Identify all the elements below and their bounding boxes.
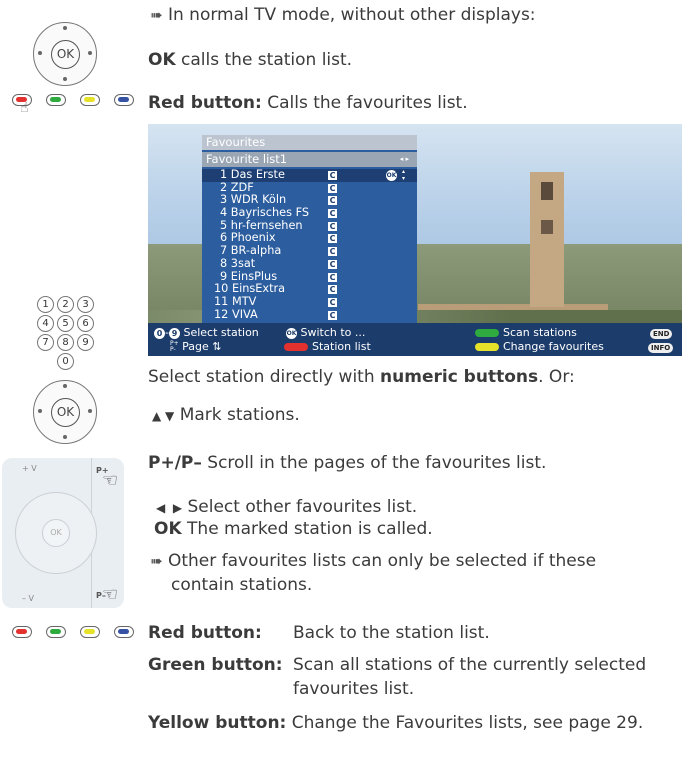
tv-screenshot: Favourites Favourite list1 ◂ ▸ 1 Das Ers… — [148, 124, 682, 356]
yellow-button-icon — [80, 94, 100, 106]
up-down-arrows-icon: ▴ ▾ — [402, 168, 406, 182]
yellow-button-icon — [80, 626, 100, 638]
station-row[interactable]: 11 MTV C — [202, 295, 417, 309]
red-pill-icon — [284, 343, 308, 351]
ok-button-icon: OK — [33, 380, 97, 444]
left-right-arrows-icon: ◀ ▶ — [156, 501, 183, 515]
blue-button-icon — [114, 94, 134, 106]
change-favourites-hint: Change favourites — [475, 340, 604, 354]
favourite-list-name: Favourite list1 ◂ ▸ — [202, 152, 417, 167]
swap-arrows-icon: ⇅ — [212, 340, 222, 353]
intro-line: ➠ In normal TV mode, without other displ… — [150, 5, 536, 25]
red-button-desc: Red button: Back to the station list. — [148, 623, 490, 643]
color-buttons-row: ☝ — [8, 94, 138, 124]
color-buttons-row — [8, 626, 148, 640]
ok-icon: OK — [386, 170, 397, 181]
note-paragraph-cont: contain stations. — [171, 575, 313, 595]
ok-instruction: OK calls the station list. — [148, 50, 353, 70]
red-button-intro: Red button: Calls the favourites list. — [148, 93, 468, 113]
end-key: END — [650, 326, 673, 340]
bell-tower — [530, 172, 564, 307]
note-paragraph: ➠ Other favourites lists can only be sel… — [150, 551, 597, 571]
page-hint: P+ P- Page ⇅ — [170, 340, 222, 353]
blue-button-icon — [114, 626, 134, 638]
green-pill-icon — [475, 329, 499, 337]
pressing-hand-icon: ☜ — [102, 470, 119, 491]
switch-to-hint: OK Switch to ... — [286, 326, 366, 339]
ok-icon: OK — [286, 327, 297, 339]
bullet-arrow-icon: ➠ — [150, 552, 163, 570]
pressing-hand-icon: ☝ — [20, 100, 29, 116]
select-station-hint: 0-9 Select station — [154, 326, 259, 340]
station-row[interactable]: 7 BR-alpha C — [202, 244, 417, 258]
station-list-hint: Station list — [284, 340, 371, 354]
green-button-icon — [46, 626, 66, 638]
ok-button-icon: OK — [33, 22, 97, 86]
ok-call-instruction: OK The marked station is called. — [154, 519, 433, 539]
station-list: 1 Das Erste C OK ▴ ▾ 2 ZDF C 3 WDR Köln C 4 Ba… — [202, 168, 417, 322]
station-row[interactable]: 4 Bayrisches FS C — [202, 206, 417, 220]
left-right-instruction: ◀ ▶ Select other favourites list. — [156, 497, 418, 517]
favourites-panel: Favourites Favourite list1 ◂ ▸ 1 Das Ers… — [202, 135, 417, 323]
numeric-keypad-icon: 1 2 3 4 5 6 7 8 9 0 — [37, 296, 97, 374]
green-button-icon — [46, 94, 66, 106]
station-row[interactable]: 1 Das Erste C OK ▴ ▾ — [202, 168, 417, 182]
green-button-desc: Green button: Scan all stations of the cu… — [148, 655, 647, 675]
page-scroll-instruction: P+/P– Scroll in the pages of the favouri… — [148, 453, 547, 473]
green-button-desc-cont: favourites list. — [293, 679, 415, 699]
yellow-pill-icon — [475, 343, 499, 351]
yellow-button-desc: Yellow button: Change the Favourites lis… — [148, 713, 644, 733]
numeric-instruction: Select station directly with numeric but… — [148, 367, 575, 387]
station-row[interactable]: 10 EinsExtra C — [202, 282, 417, 296]
key-0-icon: 0 — [154, 327, 165, 339]
key-9-icon: 9 — [168, 327, 180, 339]
tv-info-bar: 0-9 Select station P+ P- Page ⇅ OK Switch… — [148, 323, 682, 356]
bullet-arrow-icon: ➠ — [150, 6, 163, 24]
pressing-hand-icon: ☜ — [102, 584, 119, 605]
panel-title: Favourites — [202, 135, 417, 150]
mark-instruction: ▲ ▼ Mark stations. — [152, 405, 300, 425]
up-down-arrows-icon: ▲ ▼ — [152, 409, 175, 423]
scan-stations-hint: Scan stations — [475, 326, 577, 340]
left-right-arrows-icon: ◂ ▸ — [399, 155, 409, 163]
red-button-icon — [12, 626, 32, 638]
info-key: INFO — [648, 340, 674, 354]
station-row[interactable]: 8 3sat C — [202, 257, 417, 271]
station-row[interactable]: 12 VIVA C — [202, 308, 417, 322]
remote-control-graphic: OK + V – V P+ P– ☜ ☜ — [2, 458, 124, 608]
